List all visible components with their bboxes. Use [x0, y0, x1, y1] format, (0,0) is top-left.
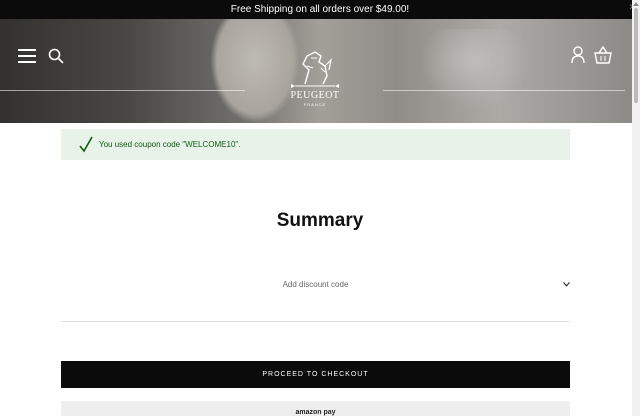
lion-logo-icon: [291, 51, 339, 88]
menu-icon[interactable]: [18, 49, 36, 63]
logo-name: PEUGEOT: [290, 90, 340, 101]
header-divider-left: [0, 90, 245, 91]
search-icon[interactable]: [48, 48, 64, 64]
scroll-up-icon[interactable]: [633, 1, 639, 7]
amazon-pay-button[interactable]: amazon pay: [61, 401, 570, 416]
scrollbar[interactable]: [632, 0, 640, 416]
account-icon[interactable]: [571, 46, 585, 64]
logo-sub: FRANCE: [303, 102, 327, 107]
scrollbar-thumb[interactable]: [634, 8, 638, 103]
check-icon: [79, 136, 93, 153]
header-hero: PEUGEOT FRANCE: [0, 19, 640, 123]
header-divider-right: [383, 90, 625, 91]
summary-title: Summary: [276, 210, 364, 231]
coupon-notice: You used coupon code "WELCOME10".: [61, 129, 570, 160]
coupon-text: You used coupon code "WELCOME10".: [99, 140, 241, 149]
brand-logo[interactable]: PEUGEOT FRANCE: [281, 46, 349, 110]
discount-code-label: Add discount code: [282, 280, 349, 289]
divider: [61, 321, 570, 322]
cart-icon[interactable]: [594, 46, 612, 64]
chevron-down-icon: [563, 282, 570, 287]
amazon-pay-label: amazon pay: [295, 409, 336, 416]
announcement-bar: Free Shipping on all orders over $49.00!…: [0, 0, 640, 19]
discount-code-toggle[interactable]: Add discount code: [61, 271, 570, 299]
proceed-to-checkout-button[interactable]: PROCEED TO CHECKOUT: [61, 361, 570, 388]
announcement-text: Free Shipping on all orders over $49.00!: [230, 4, 410, 15]
